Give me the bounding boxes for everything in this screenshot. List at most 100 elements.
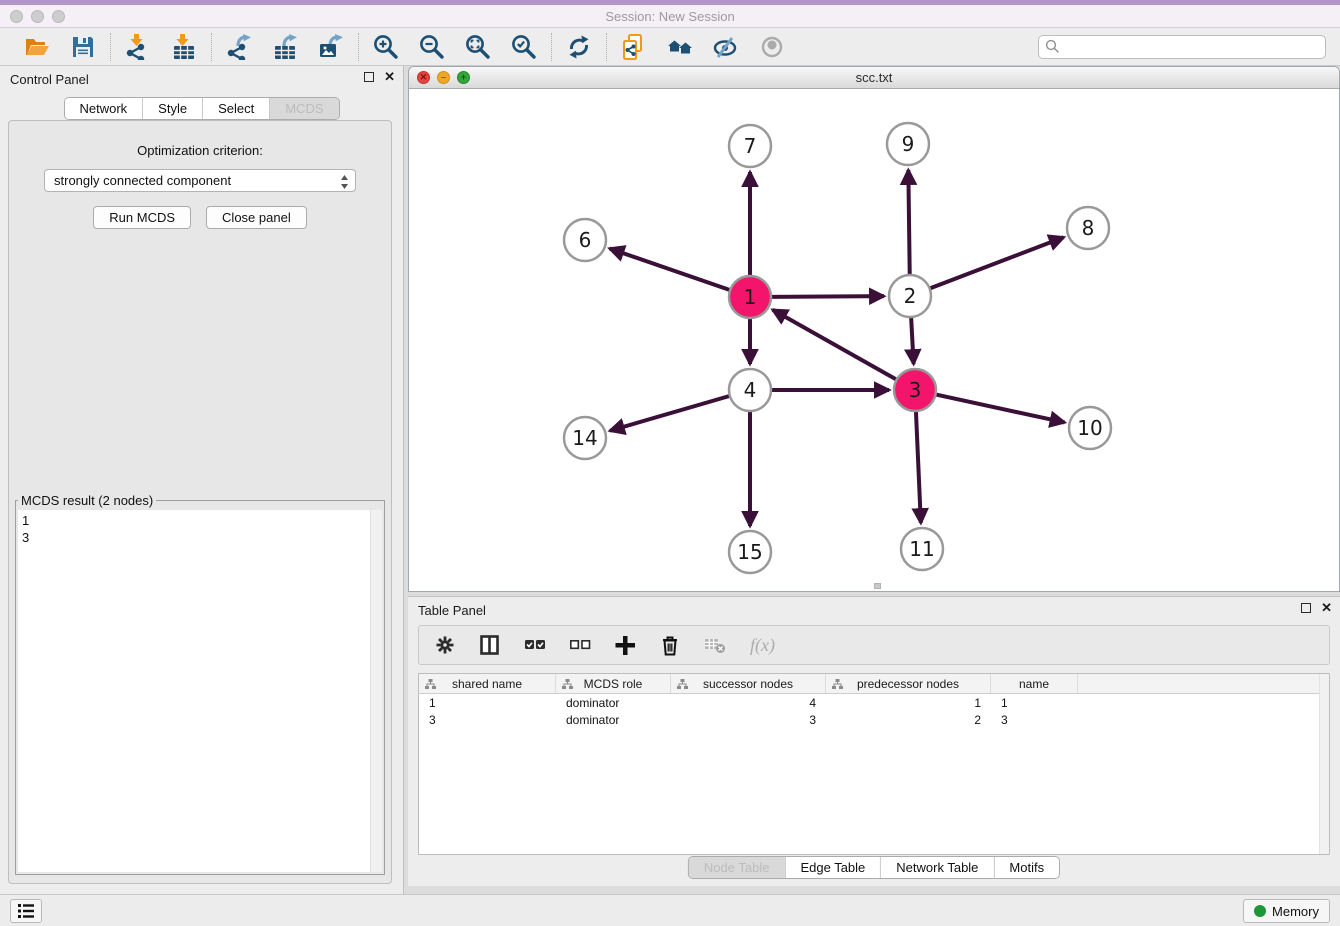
zoom-fit-button[interactable] <box>464 33 492 61</box>
main-area: Control Panel ✕ NetworkStyleSelectMCDS O… <box>0 66 1340 894</box>
first-neighbors-button[interactable] <box>666 33 694 61</box>
float-panel-icon[interactable] <box>364 72 374 82</box>
create-column-button[interactable] <box>615 635 636 656</box>
network-canvas[interactable]: 7 9 6 8 1 2 4 3 14 10 15 11 <box>409 89 1339 591</box>
column-header-successor-nodes[interactable]: successor nodes <box>671 674 826 693</box>
open-file-button[interactable] <box>23 33 51 61</box>
save-session-button[interactable] <box>69 33 97 61</box>
tab-select[interactable]: Select <box>202 98 269 119</box>
apply-layout-button[interactable] <box>565 33 593 61</box>
chevron-updown-icon <box>340 174 349 193</box>
node-label-15: 15 <box>737 540 762 564</box>
tab-node-table[interactable]: Node Table <box>689 857 785 878</box>
control-panel: Control Panel ✕ NetworkStyleSelectMCDS O… <box>0 66 404 894</box>
import-network-button[interactable] <box>124 33 152 61</box>
unselect-all-columns-button[interactable] <box>570 635 591 656</box>
edge-3-10[interactable] <box>936 394 1065 422</box>
tab-style[interactable]: Style <box>142 98 202 119</box>
column-header-name[interactable]: name <box>991 674 1078 693</box>
table-row-1[interactable]: 1dominator411 <box>419 694 1329 711</box>
run-mcds-button[interactable]: Run MCDS <box>93 206 191 229</box>
import-table-button[interactable] <box>170 33 198 61</box>
cell-shared-name[interactable]: 1 <box>419 696 556 710</box>
cell-predecessor-nodes[interactable]: 2 <box>826 713 991 727</box>
node-8[interactable]: 8 <box>1067 207 1109 249</box>
close-table-panel-icon[interactable]: ✕ <box>1321 603 1332 613</box>
task-history-button[interactable] <box>10 899 42 923</box>
network-window-titlebar[interactable]: ✕ – + scc.txt <box>409 67 1339 89</box>
edge-3-1[interactable] <box>773 310 897 380</box>
search-box <box>1038 35 1326 59</box>
column-header-MCDS-role[interactable]: MCDS role <box>556 674 671 693</box>
zoom-selected-button[interactable] <box>510 33 538 61</box>
node-label-6: 6 <box>579 228 592 252</box>
node-table: shared nameMCDS rolesuccessor nodesprede… <box>418 673 1330 855</box>
result-scrollbar[interactable] <box>370 510 382 872</box>
edge-3-11[interactable] <box>916 411 921 523</box>
float-table-panel-icon[interactable] <box>1301 603 1311 613</box>
column-header-shared-name[interactable]: shared name <box>419 674 556 693</box>
tab-network-table[interactable]: Network Table <box>880 857 993 878</box>
node-9[interactable]: 9 <box>887 123 929 165</box>
window-title: Session: New Session <box>0 9 1340 24</box>
tab-edge-table[interactable]: Edge Table <box>784 857 880 878</box>
edge-2-9[interactable] <box>908 170 909 275</box>
close-panel-button[interactable]: Close panel <box>206 206 307 229</box>
cell-MCDS-role[interactable]: dominator <box>556 713 671 727</box>
tab-motifs[interactable]: Motifs <box>993 857 1059 878</box>
list-icon <box>17 903 35 919</box>
hide-selected-button[interactable] <box>712 33 740 61</box>
node-label-7: 7 <box>744 134 757 158</box>
cell-shared-name[interactable]: 3 <box>419 713 556 727</box>
mcds-result-lines: 1 3 <box>18 510 382 548</box>
cell-name[interactable]: 1 <box>991 696 1078 710</box>
node-15[interactable]: 15 <box>729 531 771 573</box>
node-1[interactable]: 1 <box>729 276 771 318</box>
tab-mcds[interactable]: MCDS <box>269 98 338 119</box>
edge-4-14[interactable] <box>610 396 730 431</box>
cell-name[interactable]: 3 <box>991 713 1078 727</box>
close-panel-icon[interactable]: ✕ <box>384 72 395 82</box>
edge-1-2[interactable] <box>771 296 884 297</box>
export-table-button[interactable] <box>271 33 299 61</box>
network-resize-handle[interactable] <box>874 583 881 589</box>
edge-1-6[interactable] <box>610 248 731 290</box>
table-scrollbar[interactable] <box>1319 674 1329 854</box>
application-window: Session: New Session Control Panel ✕ Net… <box>0 0 1340 926</box>
window-titlebar: Session: New Session <box>0 5 1340 28</box>
cell-successor-nodes[interactable]: 4 <box>671 696 826 710</box>
criterion-selected-value: strongly connected component <box>54 173 231 188</box>
search-input[interactable] <box>1060 37 1319 57</box>
network-graph[interactable]: 7 9 6 8 1 2 4 3 14 10 15 11 <box>409 89 1339 591</box>
edge-2-3[interactable] <box>911 317 914 364</box>
delete-table-button <box>705 635 726 656</box>
cell-predecessor-nodes[interactable]: 1 <box>826 696 991 710</box>
export-network-button[interactable] <box>225 33 253 61</box>
node-3[interactable]: 3 <box>894 369 936 411</box>
tab-network[interactable]: Network <box>64 98 142 119</box>
show-column-button[interactable] <box>480 635 501 656</box>
delete-column-button[interactable] <box>660 635 681 656</box>
cell-successor-nodes[interactable]: 3 <box>671 713 826 727</box>
node-7[interactable]: 7 <box>729 125 771 167</box>
node-14[interactable]: 14 <box>564 417 606 459</box>
edge-2-8[interactable] <box>930 237 1064 288</box>
table-row-2[interactable]: 3dominator323 <box>419 711 1329 728</box>
node-11[interactable]: 11 <box>901 528 943 570</box>
zoom-in-button[interactable] <box>372 33 400 61</box>
cell-MCDS-role[interactable]: dominator <box>556 696 671 710</box>
clone-network-button[interactable] <box>620 33 648 61</box>
table-settings-button[interactable] <box>435 635 456 656</box>
export-image-button[interactable] <box>317 33 345 61</box>
node-4[interactable]: 4 <box>729 369 771 411</box>
node-10[interactable]: 10 <box>1069 407 1111 449</box>
memory-button[interactable]: Memory <box>1243 899 1330 923</box>
column-header-predecessor-nodes[interactable]: predecessor nodes <box>826 674 991 693</box>
node-2[interactable]: 2 <box>889 275 931 317</box>
mcds-result-textarea[interactable]: 1 3 <box>18 510 382 872</box>
zoom-out-button[interactable] <box>418 33 446 61</box>
node-label-9: 9 <box>902 132 915 156</box>
select-all-columns-button[interactable] <box>525 635 546 656</box>
criterion-select[interactable]: strongly connected component <box>44 169 356 192</box>
node-6[interactable]: 6 <box>564 219 606 261</box>
